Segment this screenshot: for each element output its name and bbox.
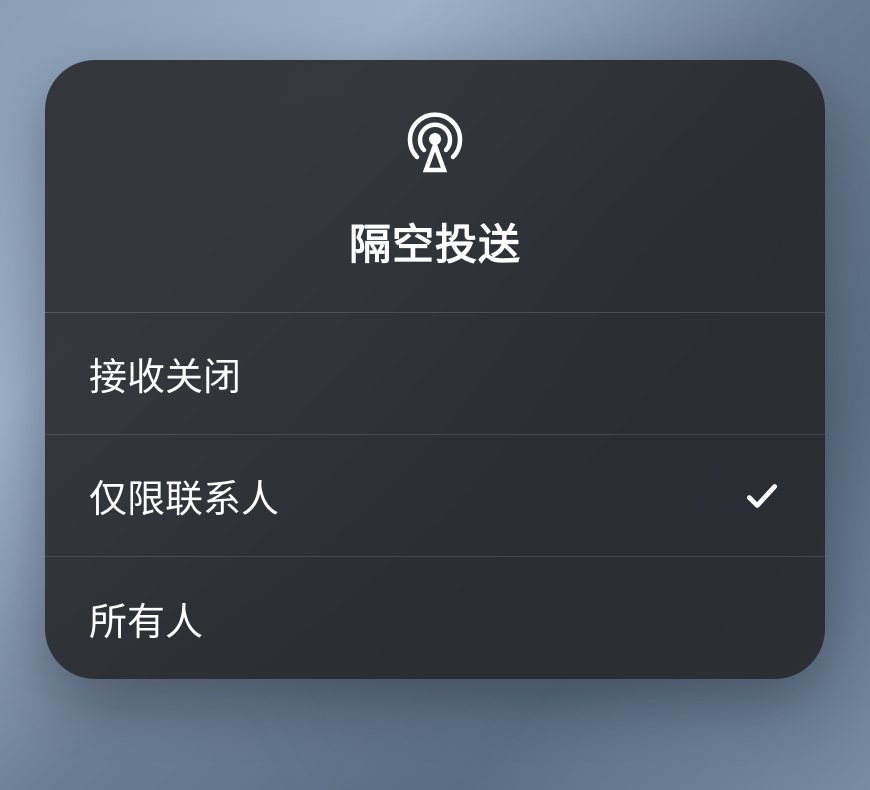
- airdrop-panel: 隔空投送 接收关闭 仅限联系人 所有人: [45, 60, 825, 679]
- panel-title: 隔空投送: [349, 211, 521, 272]
- option-contacts-only[interactable]: 仅限联系人: [45, 435, 825, 557]
- option-list: 接收关闭 仅限联系人 所有人: [45, 313, 825, 679]
- option-everyone[interactable]: 所有人: [45, 557, 825, 679]
- option-label: 所有人: [89, 591, 203, 646]
- option-label: 接收关闭: [89, 346, 241, 401]
- option-receiving-off[interactable]: 接收关闭: [45, 313, 825, 435]
- airdrop-icon: [400, 108, 470, 183]
- option-label: 仅限联系人: [89, 468, 279, 523]
- checkmark-icon: [743, 477, 781, 515]
- panel-header: 隔空投送: [45, 60, 825, 313]
